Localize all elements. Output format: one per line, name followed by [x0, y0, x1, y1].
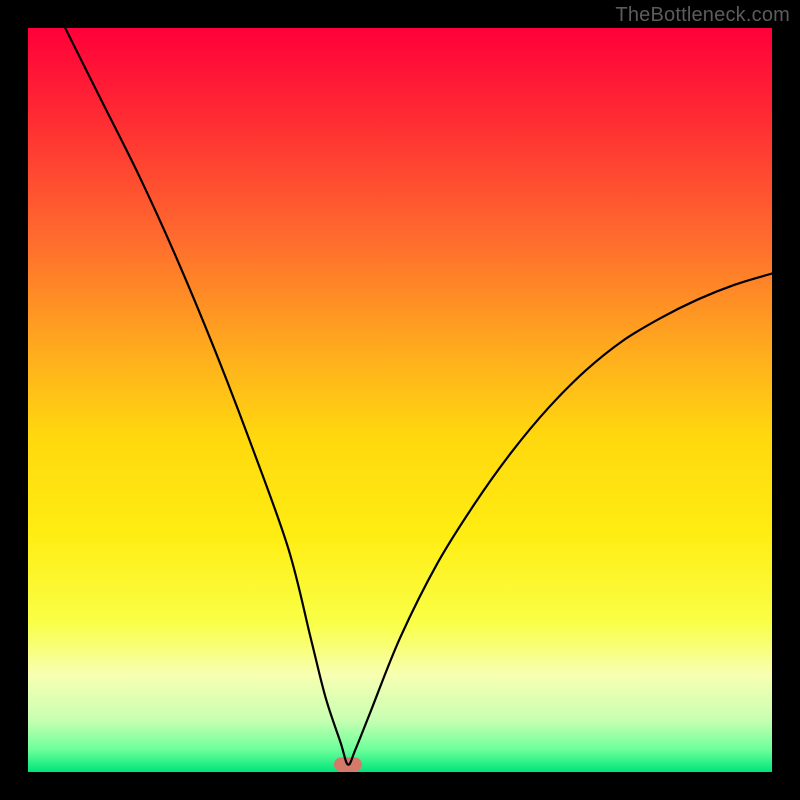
plot-area	[28, 28, 772, 772]
chart-background	[28, 28, 772, 772]
plot-svg	[28, 28, 772, 772]
chart-frame: TheBottleneck.com	[0, 0, 800, 800]
watermark-text: TheBottleneck.com	[615, 4, 790, 27]
